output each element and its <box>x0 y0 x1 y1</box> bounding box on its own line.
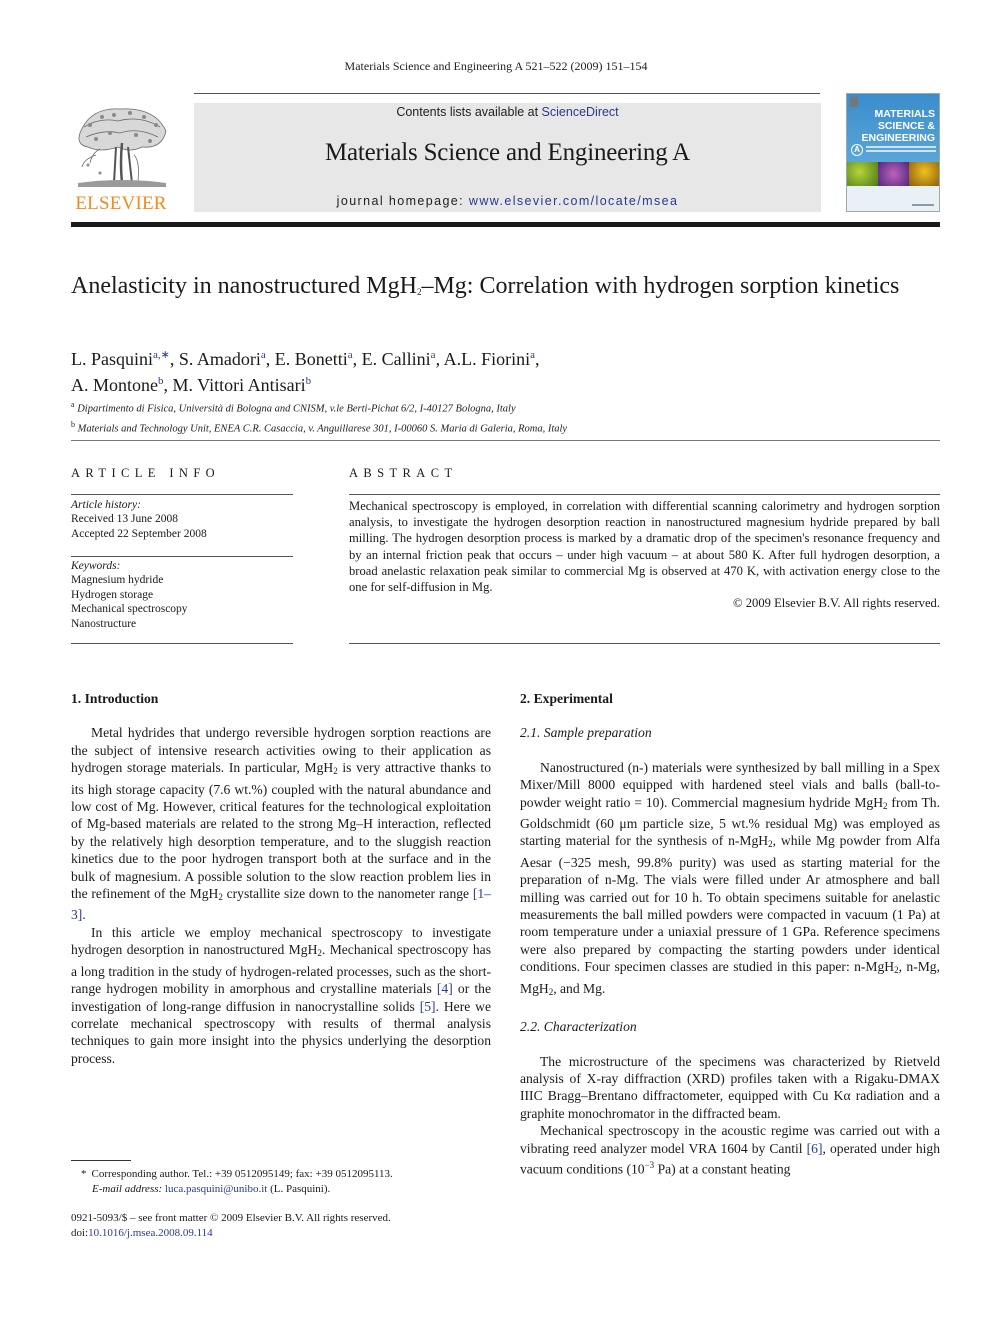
article-info-rule <box>71 643 293 644</box>
affiliation-text: Dipartimento di Fisica, Università di Bo… <box>77 403 516 415</box>
received-date: Received 13 June 2008 <box>71 513 178 526</box>
article-info-heading: ARTICLE INFO <box>71 466 221 480</box>
header-divider <box>71 222 940 227</box>
accepted-date: Accepted 22 September 2008 <box>71 527 207 540</box>
article-info-rule <box>71 494 293 495</box>
cover-image-green <box>847 162 878 186</box>
cover-image-orange <box>909 162 939 186</box>
elsevier-logo[interactable]: ELSEVIER <box>70 103 172 214</box>
author-affiliation-mark[interactable]: a,∗ <box>153 349 170 361</box>
author[interactable]: E. Callinia <box>362 349 436 369</box>
footnote: * Corresponding author. Tel.: +39 0512095… <box>71 1167 491 1197</box>
section-heading: 1. Introduction <box>71 691 159 706</box>
elsevier-wordmark: ELSEVIER <box>75 193 167 214</box>
front-matter: 0921-5093/$ – see front matter © 2009 El… <box>71 1211 491 1241</box>
abstract-text: Mechanical spectroscopy is employed, in … <box>349 499 940 595</box>
doi-link[interactable]: 10.1016/j.msea.2008.09.114 <box>88 1227 213 1239</box>
cover-image-purple <box>878 162 909 186</box>
email-note: E-mail address: luca.pasquini@unibo.it (… <box>92 1183 331 1195</box>
author-affiliation-mark[interactable]: b <box>306 375 312 387</box>
contents-line: Contents lists available at ScienceDirec… <box>194 105 821 119</box>
keyword: Hydrogen storage <box>71 588 154 601</box>
author[interactable]: S. Amadoria <box>179 349 266 369</box>
section-experimental: 2. Experimental 2.1. Sample preparation … <box>520 690 940 1178</box>
subsection-heading: 2.1. Sample preparation <box>520 725 652 741</box>
article-history: Article history: Received 13 June 2008 A… <box>71 498 293 541</box>
title-text: Anelasticity in nanostructured MgH <box>71 273 417 299</box>
section-heading: 2. Experimental <box>520 691 613 706</box>
paragraph: Mechanical spectroscopy in the acoustic … <box>520 1123 940 1177</box>
footnote-rule <box>71 1160 131 1161</box>
author-affiliation-mark[interactable]: a <box>431 349 436 361</box>
elsevier-tree-icon <box>78 108 167 187</box>
author[interactable]: A.L. Fiorinia <box>444 349 535 369</box>
author-affiliation-mark[interactable]: b <box>158 375 164 387</box>
running-head: Materials Science and Engineering A 521–… <box>344 59 648 73</box>
subsection-heading: 2.2. Characterization <box>520 1019 637 1035</box>
citation-link[interactable]: [4] <box>437 981 453 996</box>
cover-publisher-icon <box>850 97 858 107</box>
journal-cover-thumbnail[interactable]: MATERIALS SCIENCE & ENGINEERING A <box>846 93 940 212</box>
footnote-star: * <box>81 1168 87 1180</box>
corresponding-author-note: * Corresponding author. Tel.: +39 0512095… <box>81 1168 393 1180</box>
abstract-heading: ABSTRACT <box>349 466 458 480</box>
author-affiliation-mark[interactable]: a <box>530 349 535 361</box>
abstract-copyright: © 2009 Elsevier B.V. All rights reserved… <box>733 596 940 611</box>
keyword: Magnesium hydride <box>71 574 164 587</box>
cover-title-line: ENGINEERING <box>861 132 935 144</box>
article-title: Anelasticity in nanostructured MgH2–Mg: … <box>71 272 931 307</box>
cover-subtitle-lines <box>866 146 936 148</box>
journal-title: Materials Science and Engineering A <box>324 139 691 166</box>
abstract-rule <box>349 643 940 644</box>
cover-title-line: MATERIALS <box>874 108 935 120</box>
affiliation: a Dipartimento di Fisica, Università di … <box>71 397 931 417</box>
affiliation-text: Materials and Technology Unit, ENEA C.R.… <box>77 423 568 434</box>
abstract-rule <box>349 494 940 495</box>
author[interactable]: A. Montoneb <box>71 375 164 395</box>
paragraph: Nanostructured (n-) materials were synth… <box>520 759 941 997</box>
email-link[interactable]: luca.pasquini@unibo.it <box>165 1183 267 1195</box>
author-list: L. Pasquinia,∗, S. Amadoria, E. Bonettia… <box>71 349 540 395</box>
abstract-body: Mechanical spectroscopy is employed, in … <box>349 498 940 611</box>
journal-homepage-line: journal homepage: www.elsevier.com/locat… <box>194 194 821 208</box>
section-introduction: 1. Introduction Metal hydrides that unde… <box>71 690 491 1067</box>
affiliation: b Materials and Technology Unit, ENEA C.… <box>71 417 931 437</box>
cover-series-badge: A <box>851 144 863 156</box>
cover-footer-mark <box>912 204 934 206</box>
front-divider <box>71 440 940 441</box>
citation-link[interactable]: [5] <box>420 999 436 1014</box>
author-affiliation-mark[interactable]: a <box>348 349 353 361</box>
keyword: Nanostructure <box>71 617 137 630</box>
keywords-label: Keywords: <box>71 560 121 572</box>
author[interactable]: E. Bonettia <box>275 349 353 369</box>
homepage-prefix: journal homepage: <box>336 194 469 208</box>
header-top-rule <box>194 93 820 94</box>
sciencedirect-link[interactable]: ScienceDirect <box>542 105 619 119</box>
citation-link[interactable]: [6] <box>807 1141 823 1156</box>
paragraph: Metal hydrides that undergo reversible h… <box>71 725 492 923</box>
article-info-rule <box>71 556 293 557</box>
cover-title-line: SCIENCE & <box>877 120 935 132</box>
affiliations: a Dipartimento di Fisica, Università di … <box>71 397 931 436</box>
paragraph: In this article we employ mechanical spe… <box>71 924 491 1066</box>
author[interactable]: M. Vittori Antisarib <box>173 375 312 395</box>
paragraph: The microstructure of the specimens was … <box>520 1053 940 1121</box>
author[interactable]: L. Pasquinia,∗ <box>71 349 170 369</box>
keyword: Mechanical spectroscopy <box>71 603 188 616</box>
cover-title: MATERIALS SCIENCE & ENGINEERING <box>847 108 939 144</box>
history-label: Article history: <box>71 499 141 511</box>
title-text: –Mg: Correlation with hydrogen sorption … <box>421 273 900 299</box>
keywords: Keywords: Magnesium hydride Hydrogen sto… <box>71 559 293 631</box>
affiliation-mark: b <box>71 419 75 429</box>
journal-banner: Contents lists available at ScienceDirec… <box>194 103 821 212</box>
affiliation-mark: a <box>71 400 75 409</box>
issn-line: 0921-5093/$ – see front matter © 2009 El… <box>71 1212 391 1224</box>
contents-prefix: Contents lists available at <box>396 105 542 119</box>
doi-line: doi:10.1016/j.msea.2008.09.114 <box>71 1227 213 1239</box>
journal-homepage-link[interactable]: www.elsevier.com/locate/msea <box>469 194 678 208</box>
author-affiliation-mark[interactable]: a <box>261 349 266 361</box>
